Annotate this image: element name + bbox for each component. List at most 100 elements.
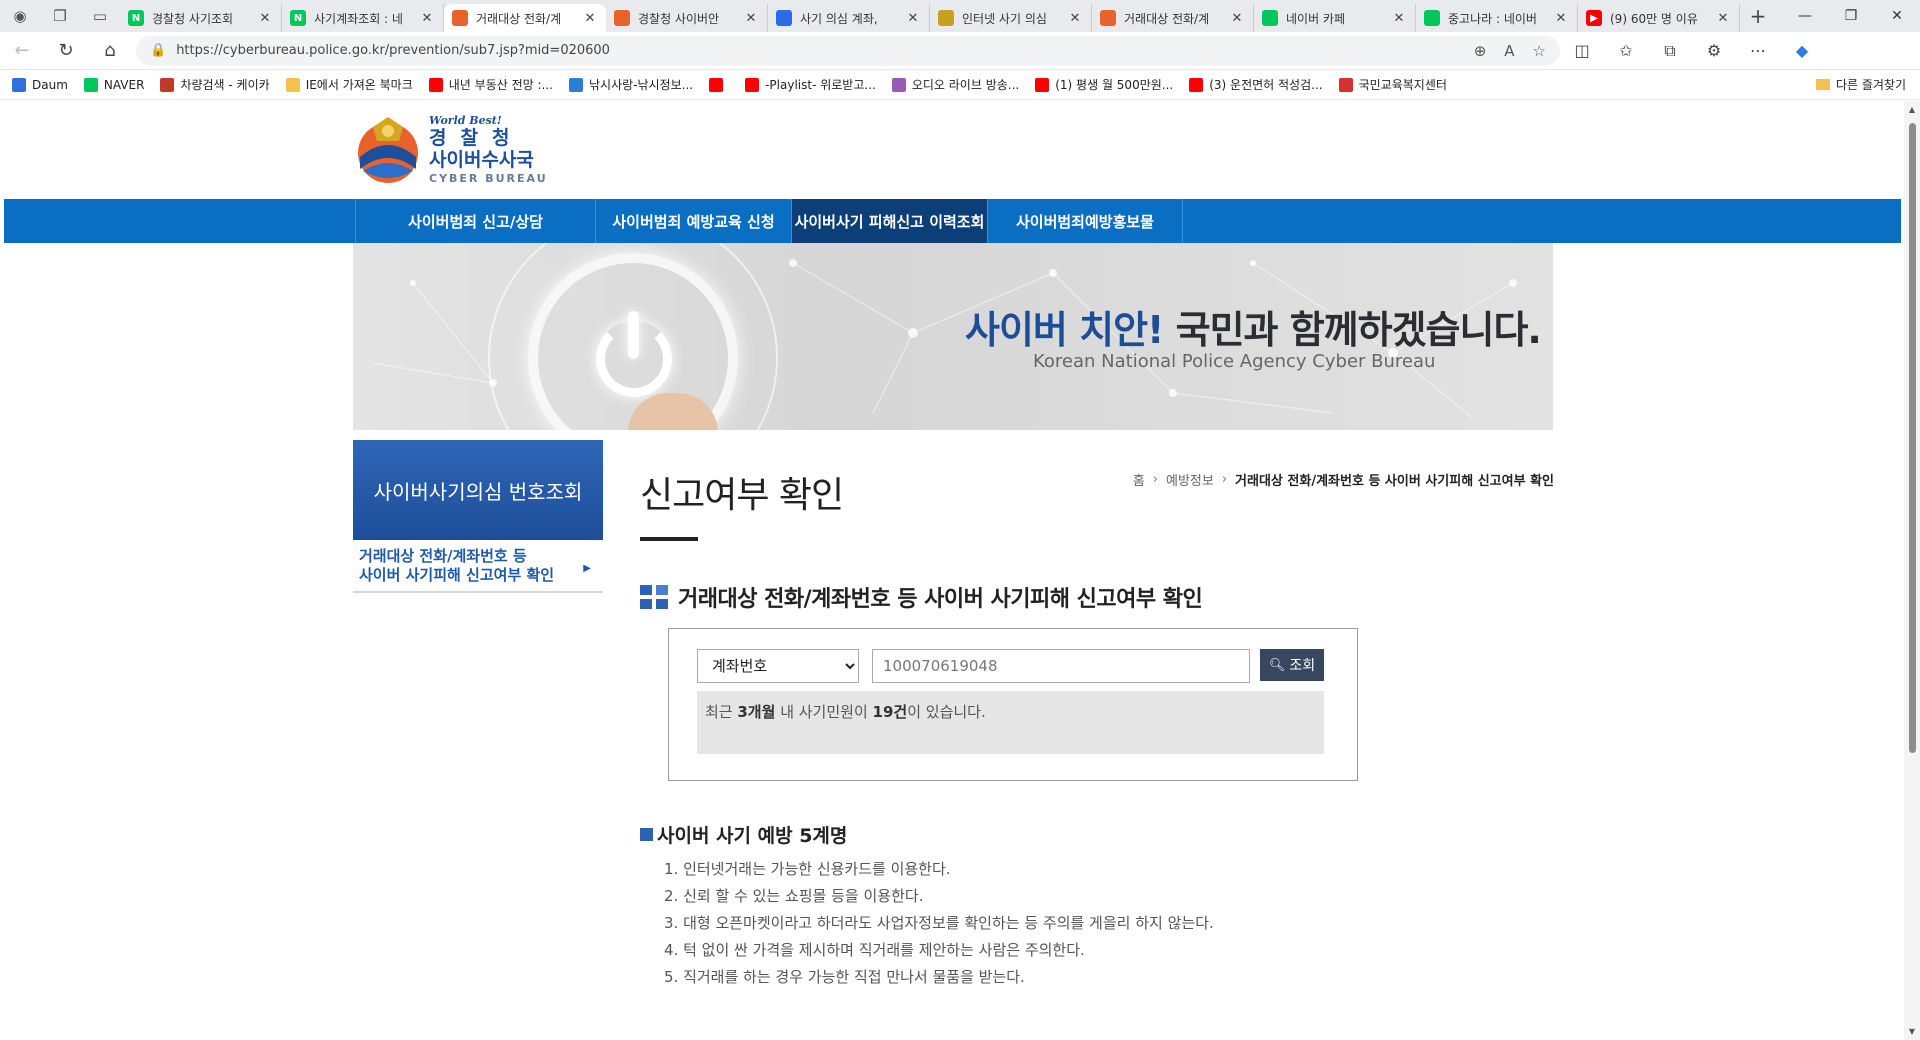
bookmark-label: Daum [32, 77, 68, 92]
search-type-select[interactable]: 계좌번호 [697, 649, 859, 683]
tab-close-icon[interactable]: ✕ [1715, 11, 1731, 26]
bookmark-item[interactable]: Daum [12, 76, 68, 93]
browser-tab[interactable]: N 경찰청 사기조회 ✕ [120, 4, 282, 32]
main-menu-item[interactable]: 사이버사기 피해신고 이력조회 [791, 199, 987, 243]
banner-slogan: 사이버 치안! 국민과 함께하겠습니다. [965, 299, 1542, 354]
main-navigation: 사이버범죄 신고/상담 사이버범죄 예방교육 신청 사이버사기 피해신고 이력조회 사… [4, 199, 1901, 243]
tab-favicon-icon [452, 10, 468, 26]
bookmark-label: (1) 평생 월 500만원... [1055, 78, 1174, 92]
tab-favicon-icon [1424, 10, 1440, 26]
logo-org: 경찰청 [429, 126, 524, 149]
favorites-icon[interactable]: ✩ [1604, 41, 1648, 60]
bookmark-item[interactable]: 차량검색 - 케이카 [160, 76, 270, 93]
tab-favicon-icon: ▶ [1586, 10, 1602, 26]
browser-tab[interactable]: ▶ (9) 60만 명 이유 ✕ [1578, 4, 1740, 32]
site-logo[interactable]: World Best! 경찰청 사이버수사국 CYBER BUREAU [355, 113, 548, 185]
bookmark-favicon-icon [709, 77, 724, 92]
tab-actions-icon[interactable]: ▭ [80, 0, 120, 32]
extensions-icon[interactable]: ⚙ [1692, 41, 1736, 60]
tab-close-icon[interactable]: ✕ [1229, 11, 1245, 26]
close-window-icon[interactable]: ✕ [1874, 8, 1920, 24]
bookmark-favicon-icon [745, 77, 760, 92]
restore-icon[interactable]: ❐ [1828, 8, 1874, 24]
bookmark-item[interactable]: (1) 평생 월 500만원... [1035, 76, 1173, 93]
copilot-icon[interactable]: ◆ [1780, 41, 1824, 60]
more-icon[interactable]: ⋯ [1736, 41, 1780, 60]
bookmark-favicon-icon [12, 77, 26, 92]
bookmark-item[interactable]: 국민교육복지센터 [1338, 76, 1447, 93]
tab-title: 경찰청 사이버안 [638, 11, 720, 26]
section-title-text: 거래대상 전화/계좌번호 등 사이버 사기피해 신고여부 확인 [678, 587, 1203, 612]
scroll-up-icon[interactable]: ▲ [1904, 105, 1920, 114]
tab-close-icon[interactable]: ✕ [905, 11, 921, 26]
browser-tab[interactable]: 인터넷 사기 의심 ✕ [930, 4, 1092, 32]
tab-strip: N 경찰청 사기조회 ✕ N 사기계좌조회 : 네 ✕ 거래대상 전화/계 ✕ 경찰청 사이버안… [120, 0, 1740, 32]
bookmark-item[interactable]: 낚시사랑-낚시정보... [568, 76, 694, 93]
url-field[interactable]: 🔒 https://cyberbureau.police.go.kr/preve… [136, 35, 1560, 66]
title-underline [640, 537, 698, 541]
bookmark-item[interactable] [709, 76, 729, 93]
browser-tab[interactable]: 거래대상 전화/계 ✕ [444, 4, 606, 32]
main-menu-item[interactable]: 사이버범죄 예방교육 신청 [595, 199, 791, 243]
bookmark-label: 낚시사랑-낚시정보... [588, 78, 694, 92]
tab-close-icon[interactable]: ✕ [743, 11, 759, 26]
browser-tab[interactable]: N 사기계좌조회 : 네 ✕ [282, 4, 444, 32]
breadcrumb-prevention[interactable]: 예방정보 [1166, 470, 1214, 489]
zoom-icon[interactable]: ⊕ [1474, 42, 1487, 60]
favorite-star-icon[interactable]: ☆ [1533, 42, 1546, 60]
lock-icon[interactable]: 🔒 [150, 43, 166, 58]
tab-close-icon[interactable]: ✕ [419, 11, 435, 26]
bookmark-label: (3) 운전면허 적성검... [1209, 78, 1323, 92]
result-suffix: 이 있습니다. [907, 703, 986, 721]
vertical-scrollbar[interactable]: ▲ ▼ [1904, 101, 1920, 1040]
bookmark-item[interactable]: NAVER [83, 76, 144, 93]
new-tab-button[interactable]: + [1740, 4, 1776, 28]
search-button[interactable]: 🔍︎ 조회 [1260, 649, 1324, 681]
other-bookmarks[interactable]: 다른 즐겨찾기 [1815, 76, 1906, 93]
search-number-input[interactable] [872, 649, 1250, 683]
scrollbar-thumb[interactable] [1909, 123, 1916, 753]
window-controls: — ❐ ✕ [1782, 8, 1920, 24]
main-menu-item[interactable]: 사이버범죄 신고/상담 [355, 199, 595, 243]
search-icon: 🔍︎ [1268, 657, 1286, 673]
bookmark-list: Daum NAVER 차량검색 - 케이카 IE에서 가져온 북마크 내년 부동산 전망… [12, 76, 1463, 93]
split-screen-icon[interactable]: ◫ [1560, 41, 1604, 60]
browser-tab[interactable]: 사기 의심 계좌, ✕ [768, 4, 930, 32]
collections-icon[interactable]: ⧉ [1648, 41, 1692, 61]
search-result: 최근 3개월 내 사기민원이 19건이 있습니다. [697, 691, 1324, 754]
bookmark-item[interactable]: IE에서 가져온 북마크 [285, 76, 413, 93]
page-viewport: World Best! 경찰청 사이버수사국 CYBER BUREAU 사이버범… [0, 101, 1920, 1040]
bookmarks-bar: Daum NAVER 차량검색 - 케이카 IE에서 가져온 북마크 내년 부동산 전망… [0, 70, 1920, 100]
browser-tab[interactable]: 경찰청 사이버안 ✕ [606, 4, 768, 32]
bookmark-item[interactable]: 오디오 라이브 방송... [891, 76, 1019, 93]
back-icon[interactable]: ← [0, 40, 44, 61]
side-menu-item-fraud-check[interactable]: 거래대상 전화/계좌번호 등 사이버 사기피해 신고여부 확인 ▶ [353, 547, 603, 593]
scroll-down-icon[interactable]: ▼ [1904, 1027, 1920, 1036]
bookmark-label: 내년 부동산 전망 :... [448, 78, 553, 92]
tab-close-icon[interactable]: ✕ [1067, 11, 1083, 26]
bookmark-item[interactable]: -Playlist- 위로받고... [745, 76, 876, 93]
browser-tab[interactable]: 거래대상 전화/계 ✕ [1092, 4, 1254, 32]
refresh-icon[interactable]: ↻ [44, 40, 88, 61]
tips-title-text: 사이버 사기 예방 5계명 [657, 825, 848, 847]
main-menu-item[interactable]: 사이버범죄예방홍보물 [987, 199, 1183, 243]
tab-close-icon[interactable]: ✕ [582, 11, 598, 26]
square-bullet-icon [640, 828, 653, 841]
bookmark-item[interactable]: (3) 운전면허 적성검... [1189, 76, 1323, 93]
browser-tab[interactable]: 네이버 카페 ✕ [1254, 4, 1416, 32]
browser-tab[interactable]: 중고나라 : 네이버 ✕ [1416, 4, 1578, 32]
tab-close-icon[interactable]: ✕ [1391, 11, 1407, 26]
tip-item: 4. 턱 없이 싼 가격을 제시하며 직거래를 제안하는 사람은 주의한다. [664, 941, 1085, 959]
slogan-rest: 국민과 함께하겠습니다. [1163, 308, 1542, 352]
profile-icon[interactable]: ◉ [0, 0, 40, 32]
home-icon[interactable]: ⌂ [88, 40, 132, 61]
bookmark-item[interactable]: 내년 부동산 전망 :... [428, 76, 553, 93]
workspaces-icon[interactable]: ❐ [40, 0, 80, 32]
tab-favicon-icon [1262, 10, 1278, 26]
breadcrumb-home[interactable]: 홈 [1133, 470, 1145, 489]
read-aloud-icon[interactable]: A [1504, 42, 1514, 60]
tab-close-icon[interactable]: ✕ [1553, 11, 1569, 26]
tab-bar: ◉ ❐ ▭ N 경찰청 사기조회 ✕ N 사기계좌조회 : 네 ✕ 거래대상 전화/계 ✕ 경찰… [0, 0, 1920, 32]
minimize-icon[interactable]: — [1782, 8, 1828, 24]
tab-close-icon[interactable]: ✕ [257, 11, 273, 26]
